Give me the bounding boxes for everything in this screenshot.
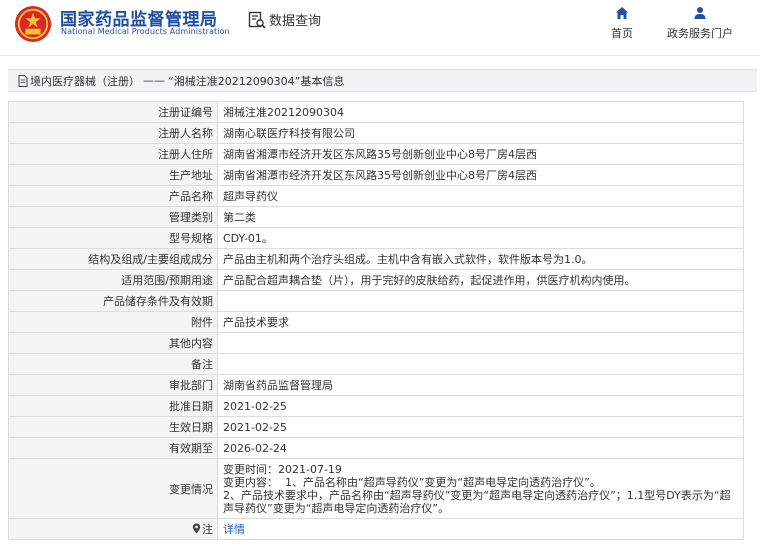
field-label: 注册人住所 <box>8 143 218 165</box>
field-value: 2026-02-24 <box>217 437 744 459</box>
field-value: CDY-01。 <box>217 227 744 249</box>
field-label: 适用范围/预期用途 <box>8 269 218 291</box>
field-label: 型号规格 <box>8 227 218 249</box>
field-label: 批准日期 <box>8 395 218 417</box>
field-value: 湖南心联医疗科技有限公司 <box>217 122 744 144</box>
record-subtitle: “湘械注准20212090304”基本信息 <box>168 74 345 88</box>
field-value: 2021-02-25 <box>217 416 744 438</box>
table-row: 备注 <box>8 353 744 375</box>
change-label: 变更情况 <box>8 458 218 519</box>
note-label-cell: 注 <box>8 518 218 540</box>
field-label: 注册证编号 <box>8 101 218 123</box>
field-label: 附件 <box>8 311 218 333</box>
table-row: 产品储存条件及有效期 <box>8 290 744 312</box>
field-label: 产品名称 <box>8 185 218 207</box>
table-row: 其他内容 <box>8 332 744 354</box>
field-value: 超声导药仪 <box>217 185 744 207</box>
nav-home[interactable]: 首页 <box>592 6 652 41</box>
note-label: 注 <box>202 522 213 536</box>
field-value: 湘械注准20212090304 <box>217 101 744 123</box>
field-label: 管理类别 <box>8 206 218 228</box>
field-label: 结构及组成/主要组成成分 <box>8 248 218 270</box>
data-query-title: 数据查询 <box>248 10 321 29</box>
table-row: 适用范围/预期用途 产品配合超声耦合垫（片），用于完好的皮肤给药，起促进作用，供医… <box>8 269 744 291</box>
field-label: 其他内容 <box>8 332 218 354</box>
table-row: 审批部门 湖南省药品监督管理局 <box>8 374 744 396</box>
field-value: 第二类 <box>217 206 744 228</box>
search-document-icon <box>248 11 266 29</box>
table-row: 结构及组成/主要组成成分 产品由主机和两个治疗头组成。主机中含有嵌入式软件，软件版… <box>8 248 744 270</box>
table-row: 生产地址 湖南省湘潭市经济开发区东风路35号创新创业中心8号厂房4层西 <box>8 164 744 186</box>
field-value: 湖南省湘潭市经济开发区东风路35号创新创业中心8号厂房4层西 <box>217 164 744 186</box>
note-value: 详情 <box>217 518 744 540</box>
data-query-label: 数据查询 <box>269 14 322 29</box>
field-label: 生产地址 <box>8 164 218 186</box>
table-row: 管理类别 第二类 <box>8 206 744 228</box>
field-label: 产品储存条件及有效期 <box>8 290 218 312</box>
table-row: 生效日期 2021-02-25 <box>8 416 744 438</box>
change-line: 2、产品技术要求中，产品名称由“超声导药仪”变更为“超声电导定向透药治疗仪”；1… <box>223 488 731 515</box>
site-header: 国家药品监督管理局 National Medical Products Admi… <box>0 0 760 56</box>
user-icon <box>694 7 706 19</box>
field-label: 备注 <box>8 353 218 375</box>
field-value <box>217 332 744 354</box>
table-row: 型号规格 CDY-01。 <box>8 227 744 249</box>
nav-service-portal[interactable]: 政务服务门户 <box>665 6 735 41</box>
change-row: 变更情况 变更时间：2021-07-19 变更内容： 1、产品名称由“超声导药仪… <box>8 458 744 519</box>
change-line: 变更内容： 1、产品名称由“超声导药仪”变更为“超声电导定向透药治疗仪”。 <box>223 475 601 489</box>
note-row: 注 详情 <box>8 518 744 540</box>
field-value <box>217 353 744 375</box>
record-info-table: 注册证编号 湘械注准20212090304 注册人名称 湖南心联医疗科技有限公司 注… <box>8 101 744 540</box>
table-row: 附件 产品技术要求 <box>8 311 744 333</box>
home-icon <box>616 7 628 19</box>
location-pin-icon <box>192 523 201 534</box>
table-row: 注册人名称 湖南心联医疗科技有限公司 <box>8 122 744 144</box>
table-row: 产品名称 超声导药仪 <box>8 185 744 207</box>
field-value: 产品配合超声耦合垫（片），用于完好的皮肤给药，起促进作用，供医疗机构内使用。 <box>217 269 744 291</box>
field-label: 审批部门 <box>8 374 218 396</box>
details-link[interactable]: 详情 <box>223 523 245 536</box>
document-icon <box>18 74 28 87</box>
field-value: 产品由主机和两个治疗头组成。主机中含有嵌入式软件，软件版本号为1.0。 <box>217 248 744 270</box>
field-label: 有效期至 <box>8 437 218 459</box>
table-row: 注册人住所 湖南省湘潭市经济开发区东风路35号创新创业中心8号厂房4层西 <box>8 143 744 165</box>
nav-service-portal-label: 政务服务门户 <box>667 27 733 40</box>
site-name-en[interactable]: National Medical Products Administration <box>61 27 230 36</box>
title-separator: —— <box>143 74 165 87</box>
field-value <box>217 290 744 312</box>
category-link[interactable]: 境内医疗器械（注册） <box>30 73 140 89</box>
national-emblem-logo[interactable] <box>14 5 52 43</box>
change-line: 变更时间：2021-07-19 <box>223 462 342 476</box>
record-title-bar: 境内医疗器械（注册） —— “湘械注准20212090304”基本信息 <box>8 69 757 92</box>
table-row: 批准日期 2021-02-25 <box>8 395 744 417</box>
table-row: 注册证编号 湘械注准20212090304 <box>8 101 744 123</box>
field-value: 湖南省药品监督管理局 <box>217 374 744 396</box>
nav-home-label: 首页 <box>611 27 633 40</box>
field-value: 2021-02-25 <box>217 395 744 417</box>
field-label: 生效日期 <box>8 416 218 438</box>
field-label: 注册人名称 <box>8 122 218 144</box>
table-row: 有效期至 2026-02-24 <box>8 437 744 459</box>
field-value: 湖南省湘潭市经济开发区东风路35号创新创业中心8号厂房4层西 <box>217 143 744 165</box>
change-details: 变更时间：2021-07-19 变更内容： 1、产品名称由“超声导药仪”变更为“… <box>217 458 744 519</box>
field-value: 产品技术要求 <box>217 311 744 333</box>
